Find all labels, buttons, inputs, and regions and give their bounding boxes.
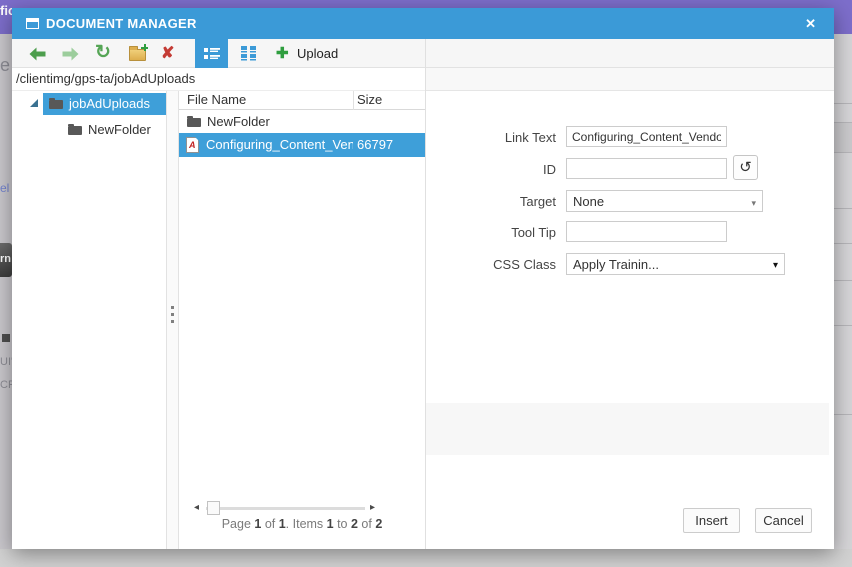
regenerate-id-button[interactable]: ↺ [733, 155, 758, 180]
toolbar: ↻ ✘ ✚ Upload [12, 39, 834, 68]
window-icon [26, 18, 39, 29]
background-icon-fragment [2, 334, 10, 342]
background-text-fragment: CRI [0, 379, 12, 391]
file-name: Configuring_Content_Vendor [206, 137, 353, 152]
dialog-titlebar[interactable]: DOCUMENT MANAGER ✕ [12, 8, 834, 39]
folder-tree: jobAdUploads NewFolder [12, 91, 166, 549]
background-page-left [0, 34, 12, 549]
css-class-dropdown[interactable]: Apply Trainin... ▾ [566, 253, 785, 275]
insert-button[interactable]: Insert [683, 508, 740, 533]
target-label: Target [519, 194, 556, 209]
plus-icon [141, 44, 148, 51]
link-text-field[interactable] [566, 126, 727, 147]
target-value: None [573, 194, 605, 209]
refresh-icon[interactable]: ↻ [95, 41, 111, 65]
background-text-fragment: UI' [0, 356, 12, 368]
new-folder-button[interactable] [129, 44, 148, 61]
tree-item-label: NewFolder [88, 122, 151, 137]
file-name: NewFolder [207, 114, 270, 129]
upload-plus-icon[interactable]: ✚ [276, 43, 289, 65]
target-dropdown[interactable]: None ▾ [566, 190, 763, 212]
scroll-right-icon[interactable]: ▸ [370, 502, 375, 513]
tree-item-label: jobAdUploads [69, 96, 150, 111]
file-size: 66797 [357, 137, 394, 152]
id-field[interactable] [566, 158, 727, 179]
column-divider [353, 91, 354, 110]
background-text-fragment: fic [0, 3, 12, 18]
document-manager-dialog: DOCUMENT MANAGER ✕ ↻ ✘ ✚ Upload /clienti… [12, 8, 834, 549]
chevron-down-icon: ▾ [751, 198, 756, 208]
folder-icon [187, 116, 201, 127]
horizontal-scrollbar[interactable]: ◂ ▸ [179, 499, 425, 517]
chevron-down-icon: ▾ [772, 260, 778, 271]
file-grid: File Name Size NewFolder A Configuring_C… [179, 91, 425, 549]
folder-icon [68, 124, 82, 135]
tree-item-jobaduploads[interactable]: jobAdUploads [43, 93, 166, 115]
id-label: ID [543, 162, 556, 177]
list-view-button[interactable] [195, 39, 228, 68]
link-properties-form: Link Text ID ↺ Target None ▾ Tool Tip CS… [426, 68, 834, 549]
scroll-left-icon[interactable]: ◂ [194, 502, 199, 513]
cancel-button[interactable]: Cancel [755, 508, 812, 533]
background-page-right [834, 34, 852, 549]
link-text-label: Link Text [504, 130, 556, 145]
tool-tip-field[interactable] [566, 221, 727, 242]
scrollbar-thumb[interactable] [207, 501, 220, 515]
close-icon[interactable]: ✕ [805, 16, 816, 32]
background-table-band [834, 123, 852, 152]
css-class-value: Apply Trainin... [573, 257, 659, 272]
forward-button[interactable] [62, 47, 79, 61]
dialog-title: DOCUMENT MANAGER [46, 16, 197, 31]
table-row[interactable]: NewFolder [179, 110, 425, 133]
background-button-fragment: rn [0, 243, 12, 277]
pdf-icon: A [186, 137, 199, 153]
scrollbar-track[interactable] [206, 507, 365, 510]
form-header-band [426, 68, 834, 91]
tool-tip-label: Tool Tip [511, 225, 556, 240]
grid-header: File Name Size [179, 91, 425, 110]
breadcrumb: /clientimg/gps-ta/jobAdUploads [12, 68, 425, 91]
column-header-size[interactable]: Size [357, 92, 382, 107]
background-text-fragment: e [0, 55, 11, 75]
panel-splitter[interactable] [166, 91, 179, 549]
breadcrumb-path: /clientimg/gps-ta/jobAdUploads [16, 71, 196, 86]
tree-expand-icon[interactable] [30, 99, 38, 107]
pager-status: Page 1 of 1. Items 1 to 2 of 2 [221, 517, 383, 531]
list-view-icon [204, 48, 220, 59]
folder-icon [49, 98, 63, 109]
column-header-file-name[interactable]: File Name [187, 92, 246, 107]
delete-icon[interactable]: ✘ [161, 43, 174, 65]
regenerate-icon: ↺ [739, 159, 752, 176]
background-link-fragment: el [0, 181, 10, 195]
upload-button[interactable]: Upload [297, 46, 338, 61]
css-class-label: CSS Class [493, 257, 556, 272]
back-button[interactable] [29, 47, 46, 61]
form-footer-band [426, 403, 829, 455]
table-row-selected[interactable]: A Configuring_Content_Vendor 66797 [179, 133, 425, 157]
grid-view-button[interactable] [241, 46, 257, 61]
